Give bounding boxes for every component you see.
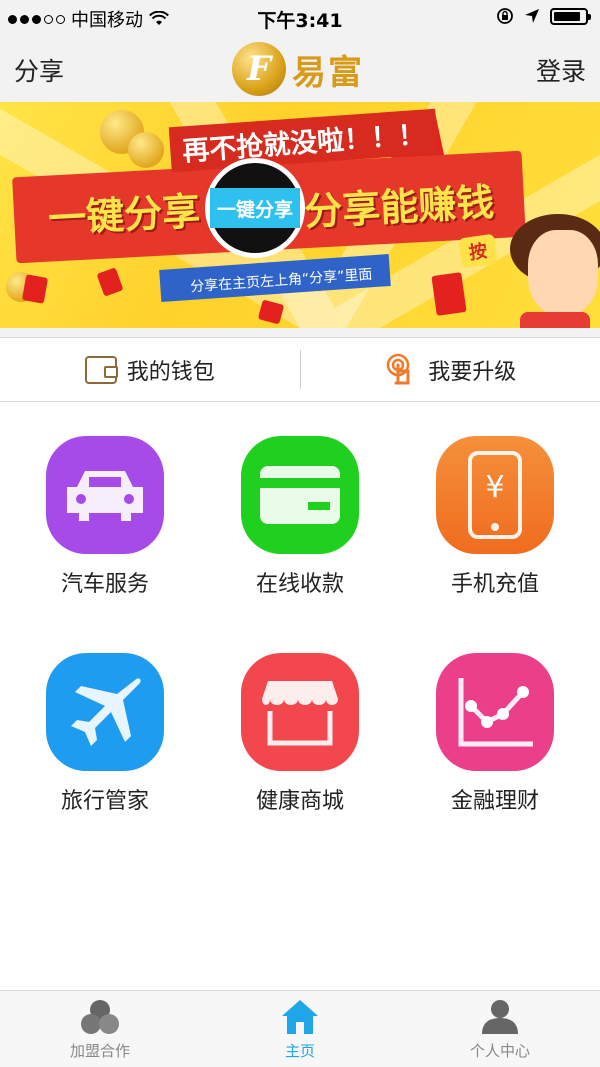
tab-label: 个人中心 (469, 1041, 530, 1060)
status-icons (496, 7, 591, 25)
quick-actions: 我的钱包 我要升级 (0, 338, 600, 402)
service-label: 汽车服务 (60, 572, 149, 597)
press-badge: 按 (458, 233, 498, 269)
wallet-icon (84, 355, 118, 384)
service-recharge[interactable]: ¥ 手机充值 (395, 436, 595, 598)
service-label: 金融理财 (450, 789, 539, 814)
tab-home[interactable]: 主页 (200, 991, 400, 1067)
recharge-tile: ¥ (436, 436, 554, 554)
service-finance[interactable]: 金融理财 (395, 653, 595, 815)
red-envelope-decoration (431, 272, 467, 316)
airplane-icon (71, 678, 141, 746)
service-label: 在线收款 (255, 572, 344, 597)
service-label: 健康商城 (255, 789, 344, 814)
upgrade-label: 我要升级 (428, 359, 517, 385)
brand-mark: F (232, 42, 286, 96)
services-grid: 汽车服务 在线收款 ¥ 手机充值 旅行管家 健康商城 金融理财 (0, 403, 600, 823)
chart-icon (458, 678, 533, 747)
service-payment[interactable]: 在线收款 (200, 436, 400, 598)
rotation-lock-icon (497, 8, 513, 24)
tab-partner[interactable]: 加盟合作 (0, 991, 200, 1067)
my-wallet-button[interactable]: 我的钱包 (0, 338, 300, 401)
location-icon (525, 9, 539, 23)
battery-icon (550, 7, 591, 25)
status-bar: 中国移动 下午3:41 (0, 0, 600, 34)
section-gap (0, 328, 600, 338)
partner-icon (81, 999, 119, 1034)
service-label: 旅行管家 (60, 789, 149, 814)
red-envelope-decoration (96, 267, 124, 297)
brand-logo: F 易富 (232, 42, 364, 96)
service-car[interactable]: 汽车服务 (5, 436, 205, 598)
shop-icon (262, 681, 338, 746)
share-key-label: 一键分享 (210, 188, 300, 228)
red-envelope-decoration (257, 299, 285, 325)
my-wallet-label: 我的钱包 (126, 359, 215, 385)
upgrade-button[interactable]: 我要升级 (301, 338, 600, 401)
banner-left-text: 一键分享 (47, 189, 202, 241)
user-icon (482, 999, 518, 1034)
share-button[interactable]: 分享 (14, 52, 64, 88)
card-icon (260, 466, 340, 524)
service-travel[interactable]: 旅行管家 (5, 653, 205, 815)
red-envelope-decoration (21, 274, 49, 304)
tab-profile[interactable]: 个人中心 (400, 991, 600, 1067)
tab-label: 加盟合作 (69, 1041, 130, 1060)
car-icon (67, 471, 143, 521)
tap-upgrade-icon (386, 353, 410, 384)
shop-tile (241, 653, 359, 771)
payment-tile (241, 436, 359, 554)
home-icon (282, 999, 318, 1034)
promo-banner[interactable]: 再不抢就没啦！！！ 一键分享 一键分享 分享能赚钱 按 分享在主页左上角“分享”… (0, 102, 600, 328)
cartoon-character-body (520, 312, 590, 328)
cartoon-character-head (528, 230, 598, 316)
coin-decoration (128, 132, 164, 168)
travel-tile (46, 653, 164, 771)
share-key-badge: 一键分享 (205, 158, 305, 258)
service-shop[interactable]: 健康商城 (200, 653, 400, 815)
brand-name: 易富 (292, 52, 364, 93)
bottom-tab-bar: 加盟合作 主页 个人中心 (0, 990, 600, 1067)
service-label: 手机充值 (450, 572, 539, 597)
svg-text:¥: ¥ (485, 470, 504, 505)
finance-tile (436, 653, 554, 771)
login-button[interactable]: 登录 (536, 52, 586, 88)
car-tile (46, 436, 164, 554)
top-nav: 分享 F 易富 登录 (0, 34, 600, 102)
phone-yuan-icon: ¥ (468, 451, 522, 539)
banner-right-text: 分享能赚钱 (303, 180, 496, 234)
tab-label: 主页 (284, 1041, 315, 1060)
